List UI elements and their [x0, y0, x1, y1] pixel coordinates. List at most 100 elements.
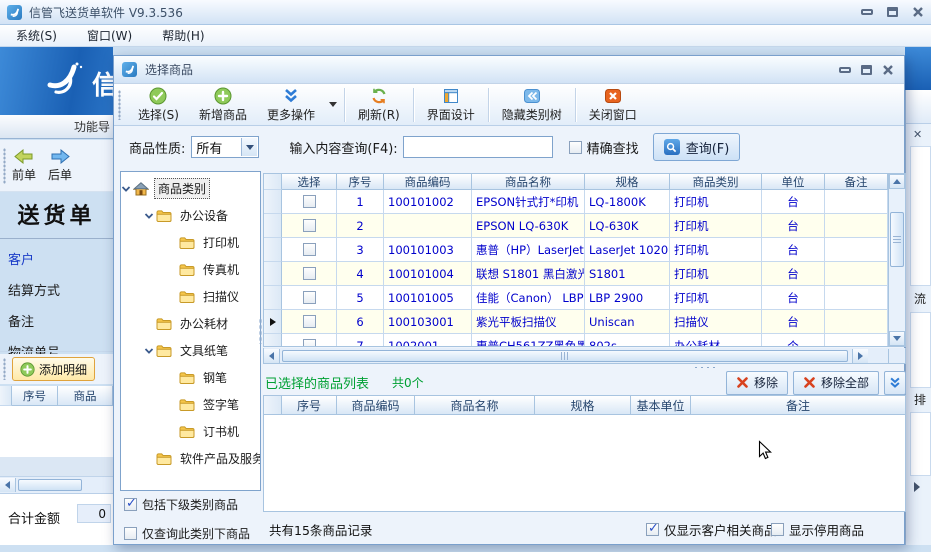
column-header[interactable]: 备注 — [691, 396, 906, 415]
tree-node[interactable]: 签字笔 — [121, 391, 260, 418]
customer-only-checkbox[interactable]: 仅显示客户相关商品 — [646, 520, 777, 539]
tree-node-label[interactable]: 商品类别 — [154, 178, 210, 199]
next-doc-button[interactable]: 后单 — [48, 149, 72, 183]
toolbar-grip[interactable] — [118, 90, 121, 120]
column-header[interactable]: 基本单位 — [631, 396, 691, 415]
scroll-thumb[interactable] — [18, 479, 82, 491]
tree-node-label[interactable]: 签字笔 — [200, 395, 242, 414]
row-select-checkbox[interactable] — [282, 238, 337, 262]
tree-option-checkbox[interactable]: 包括下级类别商品 — [124, 496, 250, 513]
remove-button[interactable]: 移除 — [726, 371, 788, 395]
tree-node[interactable]: 传真机 — [121, 256, 260, 283]
column-header[interactable]: 商品类别 — [670, 174, 762, 190]
tree-node[interactable]: 钢笔 — [121, 364, 260, 391]
dropdown-arrow-icon[interactable] — [329, 102, 337, 107]
nav-panel-tab[interactable]: 功能导 — [0, 115, 113, 139]
product-row[interactable]: 1100101002EPSON针式打*印机LQ-1800K打印机台 — [264, 190, 888, 214]
product-row[interactable]: 2EPSON LQ-630KLQ-630K打印机台 — [264, 214, 888, 238]
column-header[interactable]: 商品名称 — [415, 396, 535, 415]
toolbar-grip[interactable] — [3, 148, 6, 184]
tree-node[interactable]: 软件产品及服务 — [121, 445, 260, 472]
row-select-checkbox[interactable] — [282, 334, 337, 346]
nature-select[interactable]: 所有 — [191, 136, 259, 158]
show-disabled-checkbox[interactable]: 显示停用商品 — [771, 520, 864, 539]
scroll-thumb[interactable] — [890, 212, 904, 267]
tree-option-checkbox[interactable]: 仅查询此类别下商品 — [124, 525, 250, 542]
checkbox-icon[interactable] — [771, 523, 784, 536]
dialog-close-button[interactable] — [882, 64, 894, 76]
tree-node-label[interactable]: 打印机 — [200, 233, 242, 252]
row-select-checkbox[interactable] — [282, 214, 337, 238]
add-detail-button[interactable]: 添加明细 — [12, 357, 95, 381]
product-row[interactable]: 4100101004联想 S1801 黑白激光S1801打印机台 — [264, 262, 888, 286]
tree-node[interactable]: 办公耗材 — [121, 310, 260, 337]
products-hscrollbar[interactable] — [263, 348, 906, 364]
products-vscrollbar[interactable] — [888, 174, 905, 346]
exact-search-checkbox[interactable]: 精确查找 — [569, 138, 639, 157]
expander-icon[interactable] — [121, 184, 131, 194]
column-header[interactable]: 单位 — [762, 174, 825, 190]
tree-node-label[interactable]: 办公设备 — [177, 206, 231, 225]
column-header[interactable]: 商品名称 — [472, 174, 585, 190]
scroll-left-icon[interactable] — [264, 349, 280, 363]
scroll-left-icon[interactable] — [0, 478, 16, 492]
menu-item[interactable]: 窗口(W) — [87, 27, 132, 44]
expander-icon[interactable] — [144, 346, 154, 356]
main-minimize-button[interactable] — [861, 9, 873, 15]
toolbar-button[interactable]: 新增商品 — [189, 85, 257, 125]
main-maximize-button[interactable] — [887, 7, 898, 17]
tree-node-label[interactable]: 钢笔 — [200, 368, 230, 387]
panel-arrow-icon[interactable] — [914, 482, 920, 492]
column-header[interactable]: 序号 — [337, 174, 384, 190]
toolbar-grip[interactable] — [3, 358, 6, 380]
tree-node[interactable]: 订书机 — [121, 418, 260, 445]
tree-node-label[interactable]: 传真机 — [200, 260, 242, 279]
expand-selected-button[interactable] — [884, 371, 906, 395]
search-input[interactable] — [403, 136, 553, 158]
tree-node-label[interactable]: 软件产品及服务 — [177, 449, 261, 468]
row-select-checkbox[interactable] — [282, 190, 337, 214]
column-header[interactable]: 备注 — [825, 174, 888, 190]
toolbar-button[interactable]: 选择(S) — [128, 85, 189, 125]
product-row[interactable]: 5100101005佳能（Canon） LBPLBP 2900打印机台 — [264, 286, 888, 310]
menu-item[interactable]: 系统(S) — [16, 27, 57, 44]
tree-node[interactable]: 扫描仪 — [121, 283, 260, 310]
checkbox-icon[interactable] — [646, 523, 659, 536]
toolbar-button[interactable]: 界面设计 — [417, 85, 485, 125]
main-close-button[interactable] — [912, 6, 924, 18]
toolbar-button[interactable]: 隐藏类别树 — [492, 85, 572, 125]
dialog-minimize-button[interactable] — [839, 67, 851, 73]
column-header[interactable]: 规格 — [535, 396, 631, 415]
panel-close-icon[interactable]: ✕ — [913, 128, 922, 141]
tree-node-label[interactable]: 文具纸笔 — [177, 341, 231, 360]
prev-doc-button[interactable]: 前单 — [12, 149, 36, 183]
menu-item[interactable]: 帮助(H) — [162, 27, 204, 44]
row-select-checkbox[interactable] — [282, 262, 337, 286]
expander-icon[interactable] — [144, 211, 154, 221]
tree-node-label[interactable]: 订书机 — [200, 422, 242, 441]
dialog-maximize-button[interactable] — [861, 65, 872, 75]
chevron-down-icon[interactable] — [241, 138, 257, 156]
column-header[interactable]: 商品编码 — [337, 396, 415, 415]
column-header[interactable]: 商品 — [58, 386, 113, 406]
column-header[interactable]: 序号 — [12, 386, 58, 406]
checkbox-icon[interactable] — [124, 498, 137, 511]
tree-node[interactable]: 商品类别 — [121, 175, 260, 202]
scroll-thumb[interactable] — [282, 350, 848, 362]
toolbar-button[interactable]: 刷新(R) — [348, 85, 410, 125]
tree-node[interactable]: 文具纸笔 — [121, 337, 260, 364]
scroll-right-icon[interactable] — [852, 349, 868, 363]
toolbar-button[interactable]: 更多操作 — [257, 85, 325, 125]
tree-node[interactable]: 办公设备 — [121, 202, 260, 229]
row-select-checkbox[interactable] — [282, 286, 337, 310]
doc-grid-hscrollbar[interactable] — [0, 476, 113, 493]
product-row[interactable]: 6100103001紫光平板扫描仪Uniscan扫描仪台 — [264, 310, 888, 334]
scroll-up-icon[interactable] — [889, 174, 905, 189]
column-header[interactable]: 选择 — [282, 174, 337, 190]
query-button[interactable]: 查询(F) — [653, 133, 741, 161]
column-header[interactable]: 序号 — [282, 396, 337, 415]
column-header[interactable]: 规格 — [585, 174, 670, 190]
toolbar-button[interactable]: 关闭窗口 — [579, 85, 647, 125]
tree-node[interactable]: 打印机 — [121, 229, 260, 256]
product-row[interactable]: 71002001惠普CH561ZZ黑色墨盒802s办公耗材个 — [264, 334, 888, 346]
